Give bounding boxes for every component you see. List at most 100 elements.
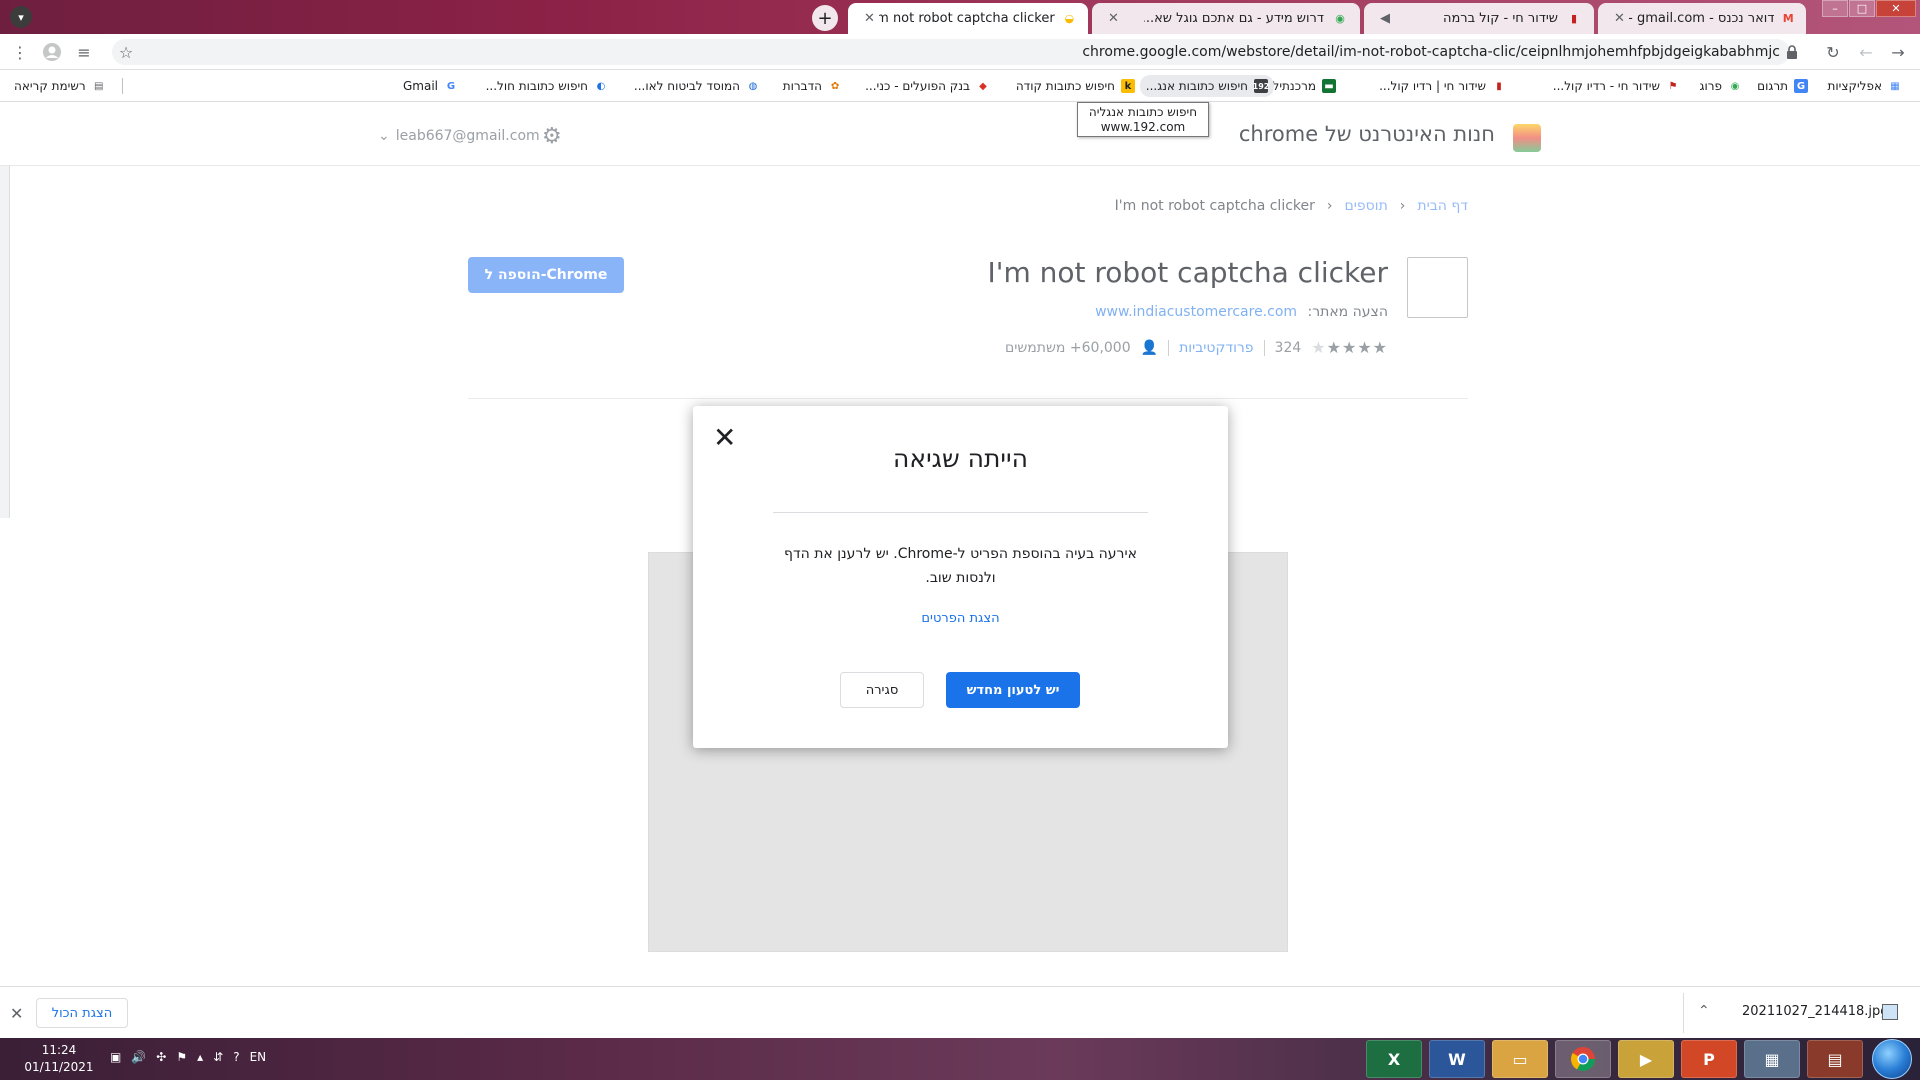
breadcrumb-extensions[interactable]: תוספים (1345, 198, 1388, 214)
close-icon[interactable]: ✕ (1104, 11, 1123, 26)
network-icon[interactable]: ▣ (110, 1050, 121, 1064)
close-dialog-button[interactable]: סגירה (840, 672, 924, 708)
bookmark-star-icon[interactable]: ☆ (116, 42, 136, 62)
new-tab-button[interactable]: + (812, 5, 838, 31)
reading-list-icon: ▤ (93, 80, 104, 92)
bookmark-gmail[interactable]: G Gmail (403, 77, 458, 95)
webstore-title[interactable]: חנות האינטרנט של chrome (1239, 122, 1495, 146)
meta-separator (1168, 339, 1170, 356)
bank-icon: ▬ (1322, 79, 1336, 93)
gmail-icon: M (1782, 12, 1794, 25)
gear-icon[interactable]: ⚙ (542, 124, 562, 149)
reload-button[interactable]: יש לטעון מחדש (946, 672, 1080, 708)
account-menu[interactable]: ⌄ leab667@gmail.com (378, 128, 540, 144)
webstore-logo-icon[interactable] (1513, 124, 1541, 152)
bookmark-address-search-kuda[interactable]: k חיפוש כתובות קודה (1016, 77, 1135, 95)
taskbar: 11:24 01/11/2021 ▣ 🔊 ✣ ⚑ ▴ ⇵ ? EN X W ▭ … (0, 1038, 1920, 1080)
category-link[interactable]: פרודקטיביות (1179, 340, 1253, 356)
profile-avatar-icon[interactable] (42, 42, 62, 62)
back-icon[interactable]: → (1888, 42, 1908, 62)
tab-forum[interactable]: ◉ דרוש מידע - גם אתכם גוגל שא... ✕ (1092, 3, 1360, 34)
film-app-icon[interactable]: ▤ (1807, 1040, 1863, 1078)
users-icon: 👤 (1140, 339, 1159, 356)
bookmark-prog[interactable]: ◉ פרוג (1700, 77, 1742, 95)
usb-icon[interactable]: ⇵ (213, 1050, 223, 1064)
help-icon[interactable]: ? (233, 1050, 239, 1064)
add-to-chrome-button[interactable]: הוספה ל-Chrome (468, 257, 624, 293)
close-icon[interactable]: ✕ (10, 1004, 23, 1023)
show-details-link[interactable]: הצגת הפרטים (693, 611, 1228, 626)
bookmark-hapoalim[interactable]: ◆ בנק הפועלים - כני... (865, 77, 990, 95)
calculator-icon[interactable]: ▦ (1744, 1040, 1800, 1078)
meta-separator (1263, 339, 1265, 356)
system-clock[interactable]: 11:24 01/11/2021 (24, 1042, 94, 1076)
url-text[interactable]: chrome.google.com/webstore/detail/im-not… (1082, 44, 1780, 60)
maximize-icon[interactable]: □ (1849, 0, 1875, 17)
bookmark-bituach-leumi[interactable]: ◍ המוסד לביטוח לאו... (634, 77, 760, 95)
reading-list-button[interactable]: ▤ רשימת קריאה (14, 77, 106, 95)
bookmark-address-search-uk[interactable]: 192 חיפוש כתובות אנג... (1139, 75, 1274, 97)
tab-search-icon[interactable]: ▾ (10, 6, 32, 28)
window-close-icon[interactable]: ✕ (1876, 0, 1916, 17)
tooltip-title: חיפוש כתובות אנגליה (1088, 105, 1198, 119)
translate-icon: G (1794, 79, 1808, 93)
media-player-icon[interactable]: ▶ (1618, 1040, 1674, 1078)
show-all-downloads-button[interactable]: הצגת הכול (36, 998, 128, 1028)
offered-by: הצעה מאתר: www.indiacustomercare.com (1095, 304, 1388, 320)
download-shelf: ✕ הצגת הכול ⌃ 20211027_214418.jpg (0, 986, 1920, 1038)
tooltip-url: www.192.com (1100, 120, 1186, 134)
action-center-flag-icon[interactable]: ⚑ (176, 1050, 187, 1064)
bookmark-label: Gmail (402, 79, 438, 93)
dialog-message: אירעה בעיה בהוספת הפריט ל-Chrome. יש לרע… (784, 546, 1137, 586)
breadcrumb-home[interactable]: דף הבית (1417, 198, 1468, 214)
taskbar-apps: X W ▭ ▶ P ▦ ▤ (1366, 1040, 1863, 1078)
bookmark-label: תרגום (1757, 79, 1788, 93)
close-icon[interactable]: ✕ (860, 11, 879, 26)
reading-list-icon[interactable]: ≡ (74, 42, 94, 62)
powerpoint-icon[interactable]: P (1681, 1040, 1737, 1078)
bookmark-label: חיפוש כתובות אנג... (1145, 79, 1248, 93)
rating-stars-icon[interactable]: ★★★★★ (1311, 338, 1388, 357)
minimize-icon[interactable]: – (1822, 0, 1848, 17)
breadcrumb: דף הבית ‹ תוספים ‹ I'm not robot captcha… (1115, 198, 1468, 214)
bookmark-radio-2[interactable]: ▮ שידור חי | רדיו קול... (1379, 77, 1506, 95)
flower-icon: ✿ (830, 80, 840, 92)
word-icon[interactable]: W (1429, 1040, 1485, 1078)
bookmark-hadbarot[interactable]: ✿ הדברות (783, 77, 842, 95)
bookmark-radio-1[interactable]: ⚑ שידור חי - רדיו קול... (1553, 77, 1680, 95)
tab-title: דרוש מידע - גם אתכם גוגל שא... (1144, 11, 1324, 26)
shelf-separator (1683, 993, 1684, 1033)
bookmark-mercantile[interactable]: ▬ מרכנתיל (1273, 77, 1336, 95)
rating-count[interactable]: 324 (1275, 340, 1302, 356)
tab-radio[interactable]: ▮ שידור חי - קול ברמה ◀ (1364, 3, 1594, 34)
tab-webstore-active[interactable]: ◒ I'm not robot captcha clicker - ... ✕ (848, 3, 1088, 34)
bookmark-label: מרכנתיל (1272, 79, 1316, 93)
breadcrumb-current: I'm not robot captcha clicker (1114, 198, 1315, 214)
forward-icon[interactable]: ← (1856, 42, 1876, 62)
reload-icon[interactable]: ↻ (1823, 42, 1843, 62)
chrome-icon[interactable] (1555, 1040, 1611, 1078)
tab-strip: ▾ M דואר נכנס - Gmail - gmail.com@ ✕ ▮ ש… (0, 0, 1920, 34)
tab-title: דואר נכנס - Gmail - gmail.com@ (1629, 11, 1775, 26)
blue-circle-icon: ◐ (596, 80, 606, 92)
bookmark-translate[interactable]: G תרגום (1757, 77, 1808, 95)
language-indicator[interactable]: EN (250, 1050, 267, 1064)
close-icon[interactable]: ✕ (1610, 11, 1629, 26)
tab-gmail[interactable]: M דואר נכנס - Gmail - gmail.com@ ✕ (1598, 3, 1806, 34)
volume-icon[interactable]: 🔊 (131, 1050, 146, 1064)
kebab-menu-icon[interactable]: ⋮ (10, 42, 30, 62)
chevron-left-icon: ‹ (1399, 198, 1406, 214)
excel-icon[interactable]: X (1366, 1040, 1422, 1078)
offered-by-link[interactable]: www.indiacustomercare.com (1095, 304, 1297, 320)
tray-app-icon[interactable]: ✣ (156, 1050, 166, 1064)
bookmark-address-search-abroad[interactable]: ◐ חיפוש כתובות חול... (486, 77, 608, 95)
show-hidden-icons-icon[interactable]: ▴ (197, 1050, 203, 1064)
emblem-icon: ◍ (748, 80, 758, 92)
chevron-up-icon[interactable]: ⌃ (1698, 1003, 1710, 1019)
file-explorer-icon[interactable]: ▭ (1492, 1040, 1548, 1078)
start-button-icon[interactable] (1872, 1039, 1912, 1079)
download-file-name[interactable]: 20211027_214418.jpg (1742, 1004, 1889, 1019)
bookmark-apps[interactable]: ▦ אפליקציות (1828, 77, 1903, 95)
content-divider (468, 398, 1468, 399)
mute-icon[interactable]: ◀ (1376, 11, 1394, 26)
